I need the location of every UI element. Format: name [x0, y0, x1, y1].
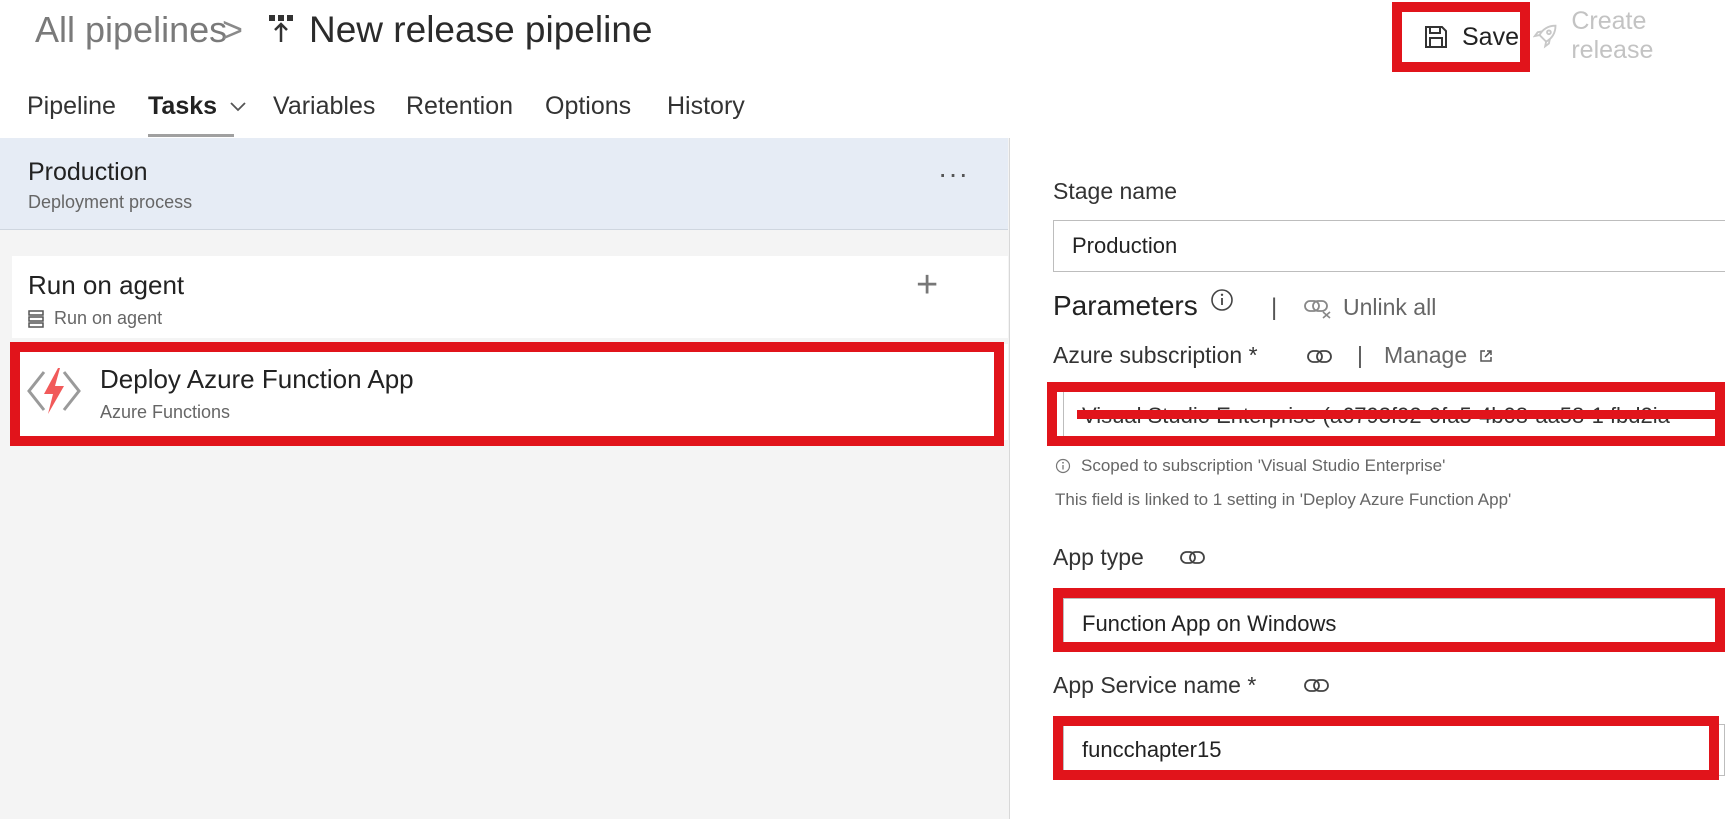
- server-icon: [28, 309, 44, 328]
- stage-subtitle: Deployment process: [28, 192, 193, 212]
- linked-setting-note: This field is linked to 1 setting in 'De…: [1055, 490, 1512, 509]
- active-tab-indicator: [148, 134, 234, 137]
- create-release-label: Create release: [1571, 7, 1654, 64]
- tab-variables[interactable]: Variables: [273, 86, 375, 126]
- agent-job-subtitle: Run on agent: [28, 308, 162, 329]
- rocket-icon: [1533, 24, 1557, 49]
- stage-header[interactable]: Production Deployment process ···: [0, 138, 1008, 230]
- unlink-all-button[interactable]: Unlink all: [1303, 294, 1436, 321]
- tab-tasks-label: Tasks: [148, 92, 218, 120]
- info-icon: [1055, 458, 1071, 474]
- pipeline-tabs: Pipeline Tasks Variables Retention Optio…: [0, 86, 900, 138]
- stage-name-label: Stage name: [1053, 178, 1178, 204]
- app-type-label: App type: [1053, 544, 1144, 570]
- highlight-azure-subscription: [1047, 382, 1725, 446]
- parameters-separator: |: [1271, 294, 1278, 321]
- tasks-panel: Production Deployment process ··· Run on…: [0, 138, 1010, 819]
- link-icon[interactable]: [1179, 549, 1207, 567]
- tab-tasks[interactable]: Tasks: [148, 86, 246, 126]
- highlight-app-type: [1053, 588, 1725, 652]
- highlight-app-service-name: [1053, 716, 1719, 780]
- parameters-title: Parameters: [1053, 290, 1198, 321]
- manage-separator: |: [1357, 342, 1363, 368]
- add-task-button[interactable]: +: [916, 264, 938, 307]
- unlink-all-label: Unlink all: [1343, 294, 1437, 320]
- breadcrumb-all-pipelines[interactable]: All pipelines: [35, 8, 227, 52]
- tab-retention[interactable]: Retention: [406, 86, 513, 126]
- stage-name: Production: [28, 158, 148, 186]
- agent-job[interactable]: Run on agent Run on agent +: [12, 256, 1008, 338]
- agent-job-title: Run on agent: [28, 270, 185, 300]
- release-pipeline-icon: [269, 15, 293, 42]
- manage-link[interactable]: Manage: [1384, 342, 1493, 369]
- scope-note: Scoped to subscription 'Visual Studio En…: [1055, 456, 1445, 476]
- tab-pipeline[interactable]: Pipeline: [27, 86, 116, 126]
- scope-note-text: Scoped to subscription 'Visual Studio En…: [1081, 456, 1446, 475]
- tab-options[interactable]: Options: [545, 86, 631, 126]
- link-icon[interactable]: [1303, 677, 1331, 695]
- chevron-down-icon: [230, 102, 246, 112]
- manage-label: Manage: [1384, 342, 1468, 368]
- more-options-icon[interactable]: ···: [938, 158, 969, 190]
- info-icon[interactable]: [1210, 288, 1234, 312]
- highlight-task: [10, 342, 1004, 446]
- azure-subscription-label: Azure subscription *: [1053, 342, 1258, 368]
- tab-history[interactable]: History: [667, 86, 745, 126]
- highlight-save: [1392, 2, 1530, 72]
- page-title: New release pipeline: [309, 9, 653, 50]
- agent-job-subtitle-text: Run on agent: [54, 308, 163, 328]
- stage-name-input[interactable]: Production: [1053, 220, 1725, 272]
- create-release-button[interactable]: Create release: [1533, 7, 1725, 64]
- unlink-icon: [1304, 299, 1331, 319]
- app-service-name-label: App Service name *: [1053, 672, 1257, 698]
- breadcrumb-separator: >: [222, 9, 244, 50]
- external-link-icon: [1480, 349, 1492, 362]
- link-icon[interactable]: [1306, 348, 1334, 366]
